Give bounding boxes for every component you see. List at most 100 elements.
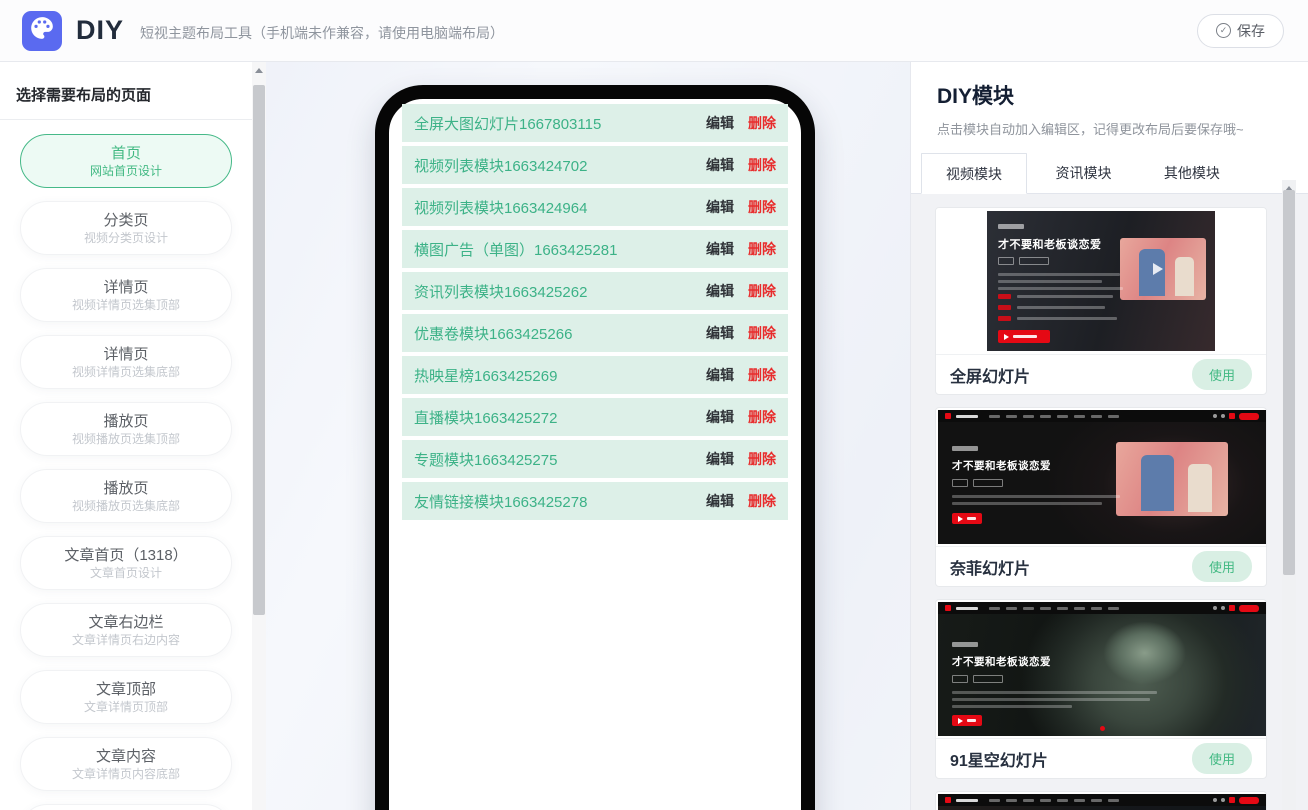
edit-link[interactable]: 编辑 xyxy=(706,407,734,427)
module-row-actions: 编辑 删除 xyxy=(706,365,776,385)
module-tab[interactable]: 资讯模块 xyxy=(1031,153,1135,194)
module-row-actions: 编辑 删除 xyxy=(706,155,776,175)
module-card-footer: 奈菲幻灯片 使用 xyxy=(936,546,1266,586)
delete-link[interactable]: 删除 xyxy=(748,449,776,469)
edit-link[interactable]: 编辑 xyxy=(706,197,734,217)
edit-link[interactable]: 编辑 xyxy=(706,113,734,133)
module-row: 资讯列表模块1663425262 编辑 删除 xyxy=(402,272,788,310)
module-row: 视频列表模块1663424964 编辑 删除 xyxy=(402,188,788,226)
module-row: 热映星榜1663425269 编辑 删除 xyxy=(402,356,788,394)
edit-link[interactable]: 编辑 xyxy=(706,281,734,301)
preview-navbar xyxy=(938,602,1266,614)
use-button[interactable]: 使用 xyxy=(1191,743,1252,774)
preview-text-block: 才不要和老板谈恋爱 xyxy=(952,642,1162,726)
preview-photo xyxy=(1116,442,1228,516)
edit-link[interactable]: 编辑 xyxy=(706,449,734,469)
module-name-link[interactable]: 横图广告（单图）1663425281 xyxy=(414,239,617,260)
module-name-link[interactable]: 视频列表模块1663424702 xyxy=(414,155,587,176)
carousel-dot xyxy=(1100,726,1105,731)
module-row: 专题模块1663425275 编辑 删除 xyxy=(402,440,788,478)
sidebar-page-button[interactable]: 播放页 视频播放页选集底部 xyxy=(20,469,232,523)
sidebar-page-button[interactable]: 文章内容 文章详情页内容底部 xyxy=(20,737,232,791)
delete-link[interactable]: 删除 xyxy=(748,197,776,217)
scrollbar-thumb[interactable] xyxy=(253,85,265,615)
preview-play-button xyxy=(952,715,982,726)
delete-link[interactable]: 删除 xyxy=(748,113,776,133)
module-card-footer: 91星空幻灯片 使用 xyxy=(936,738,1266,778)
delete-link[interactable]: 删除 xyxy=(748,155,776,175)
preview-navbar xyxy=(938,794,1266,806)
sidebar-page-button[interactable]: 文章右边栏 文章详情页右边内容 xyxy=(20,603,232,657)
edit-link[interactable]: 编辑 xyxy=(706,155,734,175)
app-subtitle: 短视主题布局工具（手机端未作兼容，请使用电脑端布局） xyxy=(140,24,505,41)
module-preview-wrap: 才不要和老板谈恋爱 xyxy=(936,410,1266,544)
edit-link[interactable]: 编辑 xyxy=(706,323,734,343)
module-row-actions: 编辑 删除 xyxy=(706,113,776,133)
module-card-name: 奈菲幻灯片 xyxy=(950,560,1031,578)
panel-scrollbar[interactable] xyxy=(1282,180,1296,810)
sidebar-page-button[interactable]: 播放页 视频播放页选集顶部 xyxy=(20,402,232,456)
delete-link[interactable]: 删除 xyxy=(748,407,776,427)
module-row: 全屏大图幻灯片1667803115 编辑 删除 xyxy=(402,104,788,142)
scroll-up-arrow[interactable] xyxy=(252,62,266,78)
delete-link[interactable]: 删除 xyxy=(748,491,776,511)
module-name-link[interactable]: 直播模块1663425272 xyxy=(414,407,557,428)
edit-link[interactable]: 编辑 xyxy=(706,365,734,385)
module-card[interactable]: 才不要和老板谈恋爱 奈菲幻灯片 使用 xyxy=(935,407,1267,587)
diy-module-panel: DIY模块 点击模块自动加入编辑区，记得更改布局后要保存哦~ 视频模块 资讯模块… xyxy=(910,62,1308,810)
module-row-actions: 编辑 删除 xyxy=(706,197,776,217)
module-name-link[interactable]: 友情链接模块1663425278 xyxy=(414,491,587,512)
page-button-subtitle: 视频详情页选集顶部 xyxy=(71,297,180,312)
sidebar-heading: 选择需要布局的页面 xyxy=(16,87,152,104)
sidebar-page-button[interactable]: 详情页 视频详情页选集顶部 xyxy=(20,268,232,322)
play-icon xyxy=(1153,263,1163,275)
sidebar-scrollbar[interactable] xyxy=(252,62,266,810)
use-button[interactable]: 使用 xyxy=(1191,359,1252,390)
save-button[interactable]: ✓ 保存 xyxy=(1197,13,1284,48)
module-card[interactable]: 使用 xyxy=(935,791,1267,810)
preview-title: 才不要和老板谈恋爱 xyxy=(952,656,1051,668)
edit-link[interactable]: 编辑 xyxy=(706,491,734,511)
delete-link[interactable]: 删除 xyxy=(748,281,776,301)
module-card[interactable]: 才不要和老板谈恋爱 全屏幻灯片 使用 xyxy=(935,207,1267,395)
module-row-actions: 编辑 删除 xyxy=(706,407,776,427)
module-row: 直播模块1663425272 编辑 删除 xyxy=(402,398,788,436)
scrollbar-thumb[interactable] xyxy=(1283,190,1295,575)
sidebar-page-button[interactable]: 详情页 视频详情页选集底部 xyxy=(20,335,232,389)
sidebar-page-button[interactable]: 文章顶部 文章详情页顶部 xyxy=(20,670,232,724)
module-tab[interactable]: 视频模块 xyxy=(921,153,1027,194)
module-name-link[interactable]: 专题模块1663425275 xyxy=(414,449,557,470)
sidebar-page-button[interactable]: DIY1 xyxy=(20,804,232,810)
module-row-actions: 编辑 删除 xyxy=(706,323,776,343)
page-button-title: 文章首页（1318） xyxy=(64,546,188,564)
delete-link[interactable]: 删除 xyxy=(748,323,776,343)
module-name-link[interactable]: 热映星榜1663425269 xyxy=(414,365,557,386)
module-tab[interactable]: 其他模块 xyxy=(1140,153,1244,194)
delete-link[interactable]: 删除 xyxy=(748,365,776,385)
use-button[interactable]: 使用 xyxy=(1191,551,1252,582)
module-card-name: 91星空幻灯片 xyxy=(950,752,1048,770)
edit-link[interactable]: 编辑 xyxy=(706,239,734,259)
module-name-link[interactable]: 优惠卷模块1663425266 xyxy=(414,323,572,344)
delete-link[interactable]: 删除 xyxy=(748,239,776,259)
panel-subtitle: 点击模块自动加入编辑区，记得更改布局后要保存哦~ xyxy=(937,122,1244,137)
module-name-link[interactable]: 全屏大图幻灯片1667803115 xyxy=(414,113,601,134)
module-name-link[interactable]: 视频列表模块1663424964 xyxy=(414,197,587,218)
module-row-actions: 编辑 删除 xyxy=(706,491,776,511)
module-row: 横图广告（单图）1663425281 编辑 删除 xyxy=(402,230,788,268)
page-button-subtitle: 视频播放页选集顶部 xyxy=(71,431,180,446)
module-preview-wrap: 才不要和老板谈恋爱 xyxy=(936,602,1266,736)
preview-navbar xyxy=(938,410,1266,422)
page-button-title: 文章顶部 xyxy=(95,680,156,698)
preview-play-button xyxy=(998,330,1050,343)
page-button-subtitle: 网站首页设计 xyxy=(89,163,162,178)
module-name-link[interactable]: 资讯列表模块1663425262 xyxy=(414,281,587,302)
sidebar-page-button[interactable]: 分类页 视频分类页设计 xyxy=(20,201,232,255)
sidebar-page-button[interactable]: 文章首页（1318） 文章首页设计 xyxy=(20,536,232,590)
module-card[interactable]: 才不要和老板谈恋爱 91星空幻灯片 使用 xyxy=(935,599,1267,779)
sidebar-page-button[interactable]: 首页 网站首页设计 xyxy=(20,134,232,188)
preview-title: 才不要和老板谈恋爱 xyxy=(952,460,1051,472)
app-title: DIY xyxy=(76,15,125,45)
preview-text-block: 才不要和老板谈恋爱 xyxy=(998,224,1123,343)
module-list: 全屏大图幻灯片1667803115 编辑 删除 视频列表模块1663424702… xyxy=(389,99,801,529)
